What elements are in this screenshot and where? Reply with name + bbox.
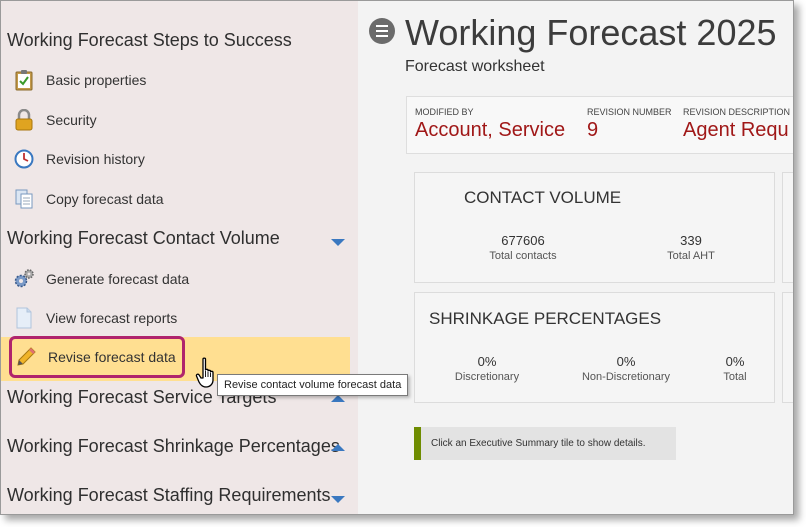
stat-non-discretionary: 0% Non-Discretionary [571,354,681,383]
nav-view-forecast-reports[interactable]: View forecast reports [13,303,177,333]
page-subtitle: Forecast worksheet [405,58,545,75]
stat-total: 0% Total [711,354,759,383]
tooltip: Revise contact volume forecast data [217,374,409,396]
nav-security[interactable]: Security [13,105,97,135]
tile-title: CONTACT VOLUME [464,188,622,207]
chevron-up-icon[interactable] [331,395,345,402]
revision-description: REVISION DESCRIPTION Agent Requ [683,107,790,142]
section-shrinkage-percentages[interactable]: Working Forecast Shrinkage Percentages [7,436,340,457]
nav-basic-properties[interactable]: Basic properties [13,65,146,95]
gears-icon [13,268,35,290]
nav-revise-forecast-data[interactable]: Revise forecast data [9,336,185,378]
shrinkage-percentages-tile[interactable]: SHRINKAGE PERCENTAGES 0% Discretionary 0… [414,292,775,403]
sidebar: Working Forecast Steps to Success Basic … [1,1,358,514]
tile-title: SHRINKAGE PERCENTAGES [429,309,662,328]
status-accent-bar [414,427,421,460]
contact-volume-tile[interactable]: CONTACT VOLUME 677606 Total contacts 339… [414,172,775,283]
hamburger-menu-icon[interactable] [369,18,395,44]
revision-info-bar: MODIFIED BY Account, Service REVISION NU… [406,96,793,154]
stat-value: 0% [725,354,745,369]
hand-cursor-icon [195,357,214,388]
stat-value: 0% [616,354,636,369]
nav-label: Revision history [46,151,145,167]
nav-copy-forecast-data[interactable]: Copy forecast data [13,184,164,214]
stat-discretionary: 0% Discretionary [437,354,537,383]
copy-document-icon [13,188,35,210]
lock-icon [13,109,35,131]
stat-total-contacts: 677606 Total contacts [473,233,573,262]
section-contact-volume[interactable]: Working Forecast Contact Volume [7,228,280,249]
chevron-down-icon[interactable] [331,239,345,246]
stat-label: Total [723,371,747,383]
app-window: Working Forecast Steps to Success Basic … [0,0,794,515]
pencil-icon [15,346,37,368]
revision-number-label: REVISION NUMBER [587,107,672,117]
revision-description-label: REVISION DESCRIPTION [683,107,791,117]
stat-total-aht: 339 Total AHT [641,233,741,262]
next-tile-edge[interactable] [782,172,793,283]
nav-revision-history[interactable]: Revision history [13,144,145,174]
document-icon [13,307,35,329]
nav-label: Revise forecast data [48,349,176,365]
stat-label: Non-Discretionary [581,371,671,383]
status-message: Click an Executive Summary tile to show … [414,427,676,460]
page-title: Working Forecast 2025 [405,12,777,53]
chevron-down-icon[interactable] [331,496,345,503]
stat-value: 339 [680,233,702,248]
modified-by-label: MODIFIED BY [415,107,474,117]
main-content: Working Forecast 2025 Forecast worksheet… [358,1,793,514]
stat-label: Total contacts [489,250,557,262]
nav-label: Security [46,112,97,128]
revision-number: REVISION NUMBER 9 [587,107,672,142]
chevron-up-icon[interactable] [331,444,345,451]
status-text: Click an Executive Summary tile to show … [431,438,646,449]
nav-label: Basic properties [46,72,147,88]
clock-icon [13,148,35,170]
stat-value: 0% [477,354,497,369]
nav-label: Generate forecast data [46,271,190,287]
section-steps-to-success[interactable]: Working Forecast Steps to Success [7,30,292,51]
modified-by: MODIFIED BY Account, Service [415,107,565,142]
next-tile-edge[interactable] [782,292,793,403]
stat-value: 677606 [501,233,545,248]
clipboard-check-icon [13,69,35,91]
section-staffing-requirements[interactable]: Working Forecast Staffing Requirements [7,485,330,506]
revision-number-value: 9 [587,119,599,141]
stat-label: Discretionary [454,371,520,383]
nav-label: Copy forecast data [46,191,164,207]
revision-description-value: Agent Requ [683,119,789,141]
stat-label: Total AHT [667,250,715,262]
nav-generate-forecast-data[interactable]: Generate forecast data [13,264,189,294]
modified-by-value: Account, Service [415,119,566,141]
nav-label: View forecast reports [46,310,178,326]
